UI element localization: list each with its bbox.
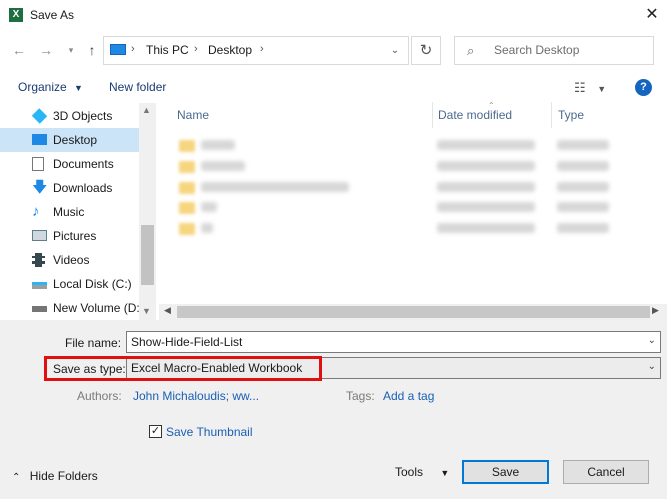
excel-app-icon: X xyxy=(9,8,23,22)
column-header-name[interactable]: Name xyxy=(177,108,209,122)
back-arrow-icon[interactable]: ← xyxy=(10,41,28,59)
list-item[interactable] xyxy=(165,198,615,218)
up-arrow-icon[interactable]: ↑ xyxy=(83,41,101,59)
authors-value[interactable]: John Michaloudis; ww... xyxy=(133,389,259,403)
downloads-icon: 🡇 xyxy=(32,179,48,196)
tags-label: Tags: xyxy=(346,389,375,403)
organize-button[interactable]: Organize ▼ xyxy=(18,80,83,94)
hide-folders-label: Hide Folders xyxy=(29,469,98,483)
pictures-icon xyxy=(32,230,47,241)
close-icon[interactable]: ✕ xyxy=(641,4,663,26)
drive-icon xyxy=(32,282,47,289)
new-folder-button[interactable]: New folder xyxy=(109,80,166,94)
scroll-left-icon[interactable]: ◀ xyxy=(164,305,171,316)
music-icon: ♪ xyxy=(32,203,40,220)
breadcrumb-separator-icon: › xyxy=(194,43,198,55)
sidebar-item-label: Pictures xyxy=(53,229,97,243)
folder-icon xyxy=(179,223,195,235)
highlight-annotation-box xyxy=(44,356,322,381)
search-icon: ⌕ xyxy=(467,43,475,58)
chevron-down-icon[interactable]: ⌄ xyxy=(648,335,656,346)
scrollbar-thumb[interactable] xyxy=(141,225,154,285)
list-item[interactable] xyxy=(165,178,615,198)
column-divider[interactable] xyxy=(551,102,552,128)
sidebar-item-label: Documents xyxy=(53,157,114,171)
sidebar-item-videos[interactable]: Videos xyxy=(0,248,139,272)
desktop-icon xyxy=(32,134,47,145)
breadcrumb-separator-icon: › xyxy=(131,43,135,55)
sidebar-item-new-volume[interactable]: New Volume (D: xyxy=(0,296,140,320)
cancel-button[interactable]: Cancel xyxy=(563,460,649,484)
list-item[interactable] xyxy=(165,157,615,177)
file-name-label: File name: xyxy=(65,336,122,350)
sidebar-item-label: 3D Objects xyxy=(53,109,113,123)
breadcrumb-desktop[interactable]: Desktop xyxy=(208,43,252,57)
column-divider[interactable] xyxy=(432,102,433,128)
help-icon[interactable]: ? xyxy=(635,79,652,96)
forward-arrow-icon[interactable]: → xyxy=(37,41,55,59)
scroll-right-icon[interactable]: ▶ xyxy=(652,305,659,316)
sidebar-item-local-disk[interactable]: Local Disk (C:) xyxy=(0,272,139,296)
list-item[interactable] xyxy=(165,136,615,156)
chevron-up-icon: ⌃ xyxy=(12,472,21,483)
authors-label: Authors: xyxy=(77,389,122,403)
tools-label: Tools xyxy=(395,465,424,479)
folder-icon xyxy=(179,182,195,194)
organize-label: Organize xyxy=(18,80,67,94)
sidebar-item-pictures[interactable]: Pictures xyxy=(0,224,139,248)
sidebar-scrollbar[interactable]: ▲ ▼ xyxy=(139,103,156,320)
folder-icon xyxy=(179,161,195,173)
recent-locations-chevron-icon[interactable]: ▾ xyxy=(62,41,80,59)
view-options-icon[interactable]: ☷ ▼ xyxy=(574,80,606,96)
sidebar-item-label: Downloads xyxy=(53,181,113,195)
scrollbar-thumb[interactable] xyxy=(177,306,650,318)
sidebar-item-label: New Volume (D: xyxy=(53,301,140,315)
refresh-icon[interactable]: ↻ xyxy=(411,36,441,65)
folder-icon xyxy=(179,202,195,214)
sidebar-item-music[interactable]: ♪ Music xyxy=(0,200,139,224)
sidebar-item-downloads[interactable]: 🡇 Downloads xyxy=(0,176,139,200)
title-bar xyxy=(0,0,667,32)
window-title: Save As xyxy=(30,8,75,22)
tools-menu[interactable]: Tools ▼ xyxy=(395,465,449,479)
hide-folders-button[interactable]: ⌃ Hide Folders xyxy=(12,469,98,483)
sidebar-item-label: Videos xyxy=(53,253,90,267)
list-item[interactable] xyxy=(165,219,615,239)
save-thumbnail-label[interactable]: Save Thumbnail xyxy=(166,425,253,439)
videos-icon xyxy=(32,253,45,267)
chevron-down-icon: ▼ xyxy=(440,468,450,478)
file-name-field[interactable]: Show-Hide-Field-List ⌄ xyxy=(126,331,661,353)
sidebar-item-label: Local Disk (C:) xyxy=(53,277,132,291)
save-button[interactable]: Save xyxy=(462,460,549,484)
column-header-type[interactable]: Type xyxy=(558,108,584,122)
3d-objects-icon xyxy=(31,108,48,124)
folder-icon xyxy=(179,140,195,152)
search-placeholder: Search Desktop xyxy=(494,43,580,57)
documents-icon xyxy=(32,157,44,171)
scroll-up-icon[interactable]: ▲ xyxy=(142,105,151,115)
drive-icon xyxy=(32,306,47,312)
scroll-down-icon[interactable]: ▼ xyxy=(142,306,151,316)
sidebar-item-documents[interactable]: Documents xyxy=(0,152,139,176)
sidebar-item-label: Desktop xyxy=(53,133,98,147)
breadcrumb-separator-icon: › xyxy=(260,43,264,55)
chevron-down-icon: ▼ xyxy=(74,83,83,93)
add-tag-link[interactable]: Add a tag xyxy=(383,389,434,403)
save-thumbnail-checkbox[interactable]: ✓ xyxy=(149,425,162,438)
breadcrumb-this-pc[interactable]: This PC xyxy=(146,43,189,57)
column-header-date-modified[interactable]: Date modified xyxy=(438,108,512,122)
chevron-down-icon[interactable]: ⌄ xyxy=(648,361,656,372)
sidebar-item-label: Music xyxy=(53,205,85,219)
sidebar-item-3d-objects[interactable]: 3D Objects xyxy=(0,104,139,128)
sidebar-item-desktop[interactable]: Desktop xyxy=(0,128,139,152)
file-name-value: Show-Hide-Field-List xyxy=(131,335,243,349)
horizontal-scrollbar[interactable]: ◀ ▶ xyxy=(159,304,667,320)
address-dropdown-icon[interactable]: ⌄ xyxy=(383,39,407,63)
this-pc-icon xyxy=(110,44,126,55)
